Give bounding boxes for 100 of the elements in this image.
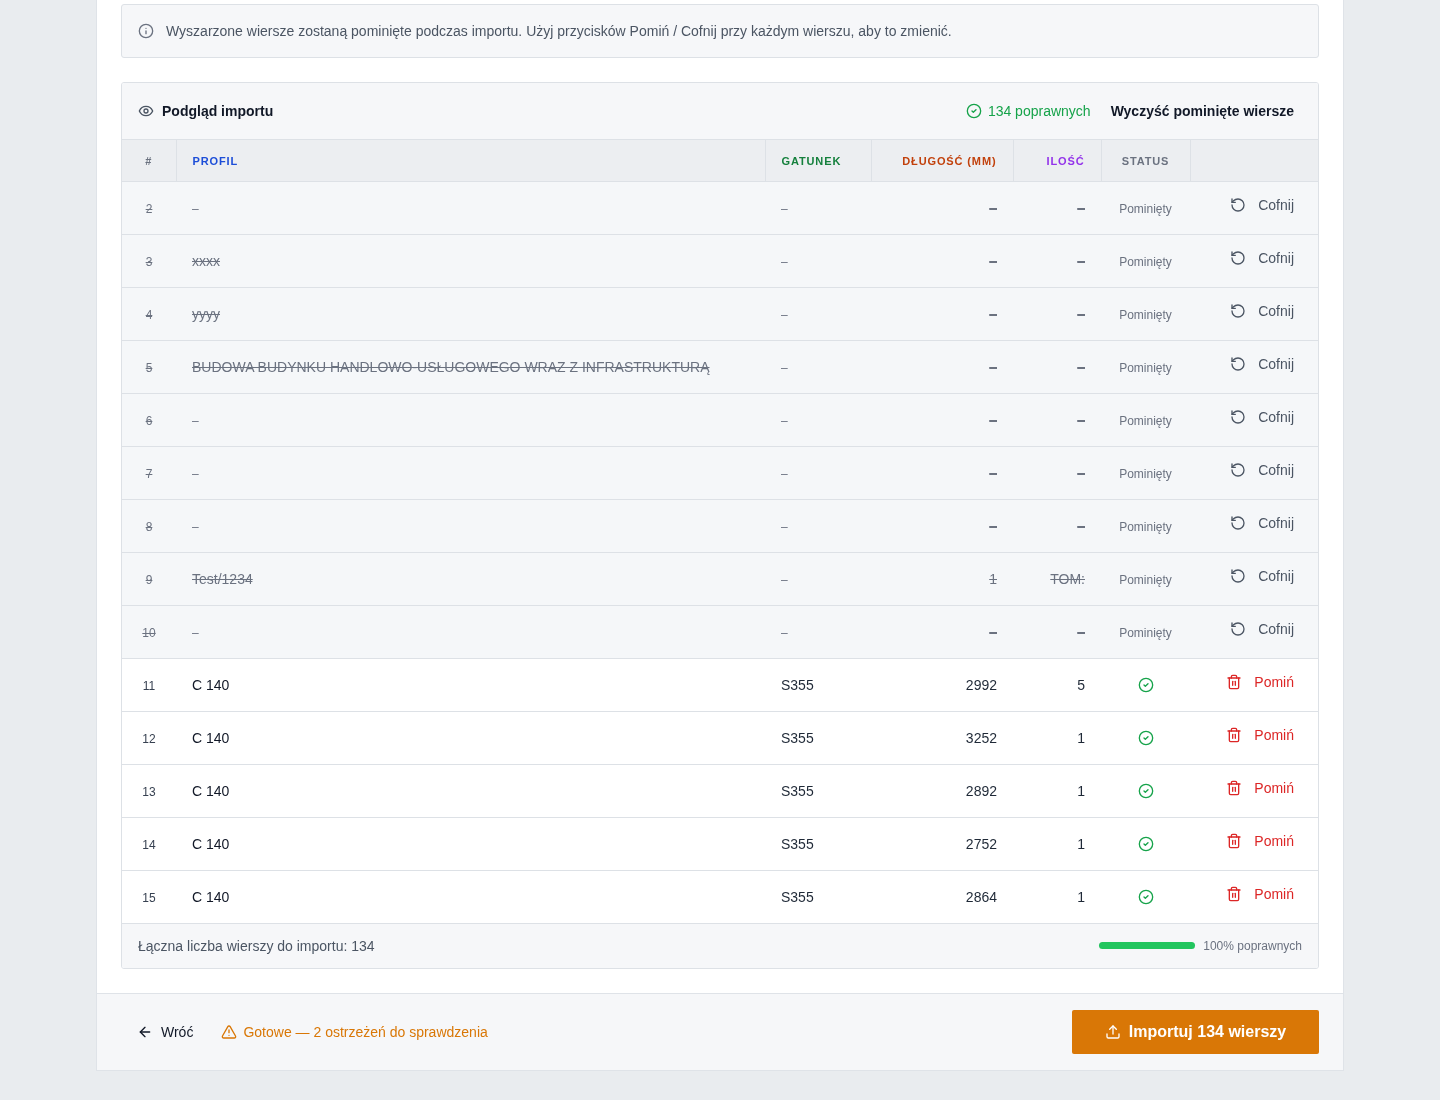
steel-grade: – — [781, 466, 788, 481]
steel-grade: S355 — [781, 676, 814, 693]
row-number: 7 — [145, 466, 153, 481]
undo-icon — [1230, 568, 1247, 584]
quantity-value: TOM: — [1050, 570, 1085, 587]
steel-grade: S355 — [781, 888, 814, 905]
quantity-value: – — [1077, 517, 1085, 534]
status-text: Pominięty — [1119, 625, 1172, 640]
quantity-value: – — [1077, 358, 1085, 375]
check-circle-icon — [1137, 783, 1154, 800]
row-number: 10 — [142, 625, 156, 640]
undo-icon — [1230, 409, 1247, 425]
column-header: # — [145, 155, 153, 168]
skip-button[interactable]: Pomiń — [1226, 672, 1294, 692]
check-circle-icon — [1137, 836, 1154, 853]
profile-name: – — [192, 519, 199, 534]
undo-button[interactable]: Cofnij — [1230, 513, 1294, 533]
undo-button[interactable]: Cofnij — [1230, 407, 1294, 427]
status-text: Pominięty — [1119, 360, 1172, 375]
profile-name: – — [192, 625, 199, 640]
profile-name: – — [192, 413, 199, 428]
quantity-value: – — [1077, 464, 1085, 481]
steel-grade: S355 — [781, 835, 814, 852]
quantity-value: 1 — [1077, 782, 1085, 799]
column-header: GATUNEK — [781, 155, 842, 168]
undo-icon — [1230, 356, 1247, 372]
progress-reading: 100% poprawnych — [1203, 937, 1302, 954]
steel-grade: – — [781, 307, 788, 322]
steel-grade: – — [781, 519, 788, 534]
eye-icon — [138, 103, 154, 119]
quantity-value: 5 — [1077, 676, 1085, 693]
length-value: 3252 — [965, 729, 997, 746]
status-text: Pominięty — [1119, 201, 1172, 216]
undo-button[interactable]: Cofnij — [1230, 195, 1294, 215]
status-text: Pominięty — [1119, 572, 1172, 587]
steel-grade: – — [781, 572, 788, 587]
row-number: 4 — [145, 307, 153, 322]
quantity-value: – — [1077, 199, 1085, 216]
quantity-value: – — [1077, 252, 1085, 269]
upload-icon — [1104, 1023, 1121, 1040]
profile-name: – — [192, 201, 199, 216]
undo-button[interactable]: Cofnij — [1230, 354, 1294, 374]
steel-grade: S355 — [781, 782, 814, 799]
row-number: 9 — [145, 572, 153, 587]
row-number: 8 — [145, 519, 153, 534]
profile-name: C 140 — [192, 729, 230, 746]
check-circle-icon — [1137, 677, 1154, 694]
row-number: 11 — [142, 678, 156, 693]
quantity-value: 1 — [1077, 888, 1085, 905]
undo-button[interactable]: Cofnij — [1230, 460, 1294, 480]
quantity-value: 1 — [1077, 729, 1085, 746]
undo-icon — [1230, 250, 1247, 266]
length-value: 2992 — [965, 676, 997, 693]
length-value: 2752 — [965, 835, 997, 852]
clear-skipped-button[interactable]: Wyczyść pominięte wiersze — [1110, 101, 1294, 121]
quantity-value: 1 — [1077, 835, 1085, 852]
profile-name: C 140 — [192, 888, 230, 905]
column-header: STATUS — [1121, 155, 1170, 168]
warning-icon — [221, 1023, 238, 1040]
steel-grade: – — [781, 360, 788, 375]
total-rows-text: Łączna liczba wierszy do importu: 134 — [138, 936, 375, 956]
profile-name: xxxx — [192, 252, 220, 269]
skip-button[interactable]: Pomiń — [1226, 778, 1294, 798]
length-value: 2892 — [965, 782, 997, 799]
profile-name: BUDOWA BUDYNKU HANDLOWO-USŁUGOWEGO WRAZ Z INFRASTRUKTURĄ — [192, 358, 710, 375]
length-value: – — [989, 199, 997, 216]
steel-grade: S355 — [781, 729, 814, 746]
trash-icon — [1226, 727, 1243, 743]
column-header: ILOŚĆ — [1046, 155, 1085, 168]
quantity-value: – — [1077, 411, 1085, 428]
length-value: – — [989, 358, 997, 375]
steel-grade: – — [781, 254, 788, 269]
undo-icon — [1230, 303, 1247, 319]
profile-name: yyyy — [192, 305, 220, 322]
length-value: – — [989, 623, 997, 640]
profile-name: – — [192, 466, 199, 481]
undo-button[interactable]: Cofnij — [1230, 619, 1294, 639]
back-button[interactable]: Wróć — [121, 1009, 210, 1054]
notice-text: Wyszarzone wiersze zostaną pominięte podczas importu. Użyj przycisków Pomiń / Cofnij przy każdym wierszu, aby to zmienić. — [166, 22, 952, 41]
row-number: 5 — [145, 360, 153, 375]
undo-button[interactable]: Cofnij — [1230, 301, 1294, 321]
trash-icon — [1226, 886, 1243, 902]
row-number: 15 — [142, 890, 156, 905]
skip-button[interactable]: Pomiń — [1226, 831, 1294, 851]
trash-icon — [1226, 833, 1243, 849]
warning-text: Gotowe — 2 ostrzeżeń do sprawdzenia — [243, 1022, 488, 1042]
info-icon — [138, 23, 154, 39]
undo-icon — [1230, 462, 1247, 478]
undo-button[interactable]: Cofnij — [1230, 566, 1294, 586]
length-value: – — [989, 411, 997, 428]
undo-button[interactable]: Cofnij — [1230, 248, 1294, 268]
profile-name: C 140 — [192, 676, 230, 693]
quantity-value: – — [1077, 623, 1085, 640]
check-circle-icon — [965, 103, 982, 119]
steel-grade: – — [781, 625, 788, 640]
trash-icon — [1226, 780, 1243, 796]
preview-title: Podgląd importu — [162, 102, 274, 121]
profile-name: Test/1234 — [192, 570, 253, 587]
skip-button[interactable]: Pomiń — [1226, 725, 1294, 745]
skip-button[interactable]: Pomiń — [1226, 884, 1294, 904]
